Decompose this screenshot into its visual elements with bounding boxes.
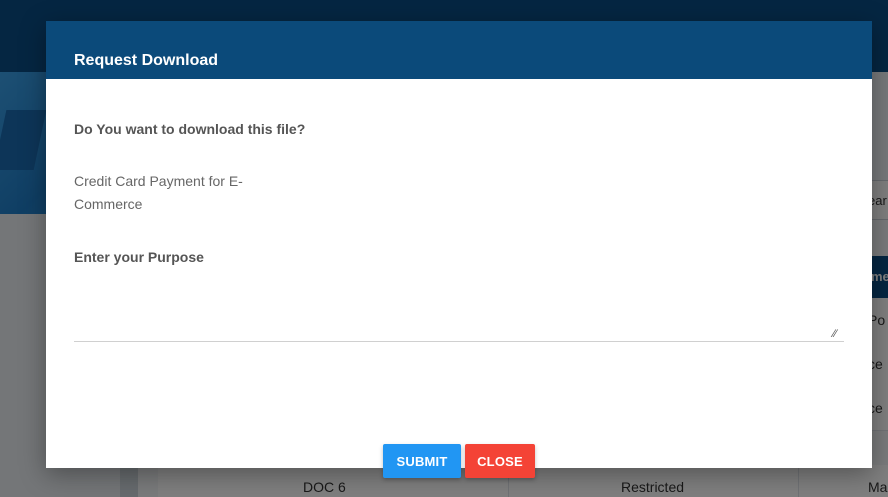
- resize-handle-icon[interactable]: ∕∕: [833, 329, 837, 340]
- download-question: Do You want to download this file?: [74, 121, 306, 137]
- dialog-title: Request Download: [74, 52, 219, 69]
- dialog-header: Request Download: [46, 21, 872, 79]
- request-download-dialog: Request Download Do You want to download…: [46, 21, 872, 478]
- close-button[interactable]: CLOSE: [465, 444, 535, 478]
- submit-button[interactable]: SUBMIT: [383, 444, 461, 478]
- file-name: Credit Card Payment for E-Commerce: [74, 173, 243, 212]
- purpose-textarea[interactable]: [74, 284, 844, 342]
- purpose-label: Enter your Purpose: [74, 249, 204, 265]
